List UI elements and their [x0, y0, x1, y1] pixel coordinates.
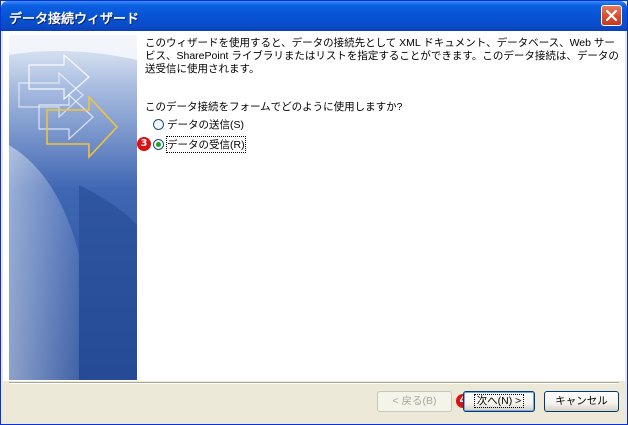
callout-marker-3: 3	[137, 137, 151, 151]
option-receive[interactable]: データの受信(R)	[153, 135, 246, 153]
title-bar[interactable]: データ接続ウィザード	[1, 1, 627, 31]
option-send[interactable]: データの送信(S)	[153, 116, 244, 132]
usage-question: このデータ接続をフォームでどのように使用しますか?	[145, 101, 403, 113]
receive-radio[interactable]	[153, 138, 164, 150]
button-separator	[9, 382, 619, 384]
back-button[interactable]: < 戻る(B)	[377, 391, 452, 412]
wizard-side-banner	[9, 35, 137, 380]
wizard-dialog: データ接続ウィザード このウィザードを使用すると、データの接続先として XML …	[0, 0, 628, 425]
close-icon	[605, 9, 618, 22]
wizard-arrow-banner-icon	[9, 35, 137, 380]
receive-label: データの受信(R)	[166, 135, 246, 153]
intro-text: このウィザードを使用すると、データの接続先として XML ドキュメント、データベ…	[145, 37, 619, 75]
next-button[interactable]: 次へ(N) >	[463, 391, 535, 412]
next-button-label: 次へ(N) >	[473, 394, 525, 408]
cancel-button[interactable]: キャンセル	[544, 391, 619, 412]
wizard-content: このウィザードを使用すると、データの接続先として XML ドキュメント、データベ…	[3, 31, 625, 381]
window-title: データ接続ウィザード	[9, 12, 140, 27]
send-label: データの送信(S)	[167, 118, 244, 131]
send-radio[interactable]	[153, 118, 164, 130]
close-button[interactable]	[601, 5, 622, 26]
